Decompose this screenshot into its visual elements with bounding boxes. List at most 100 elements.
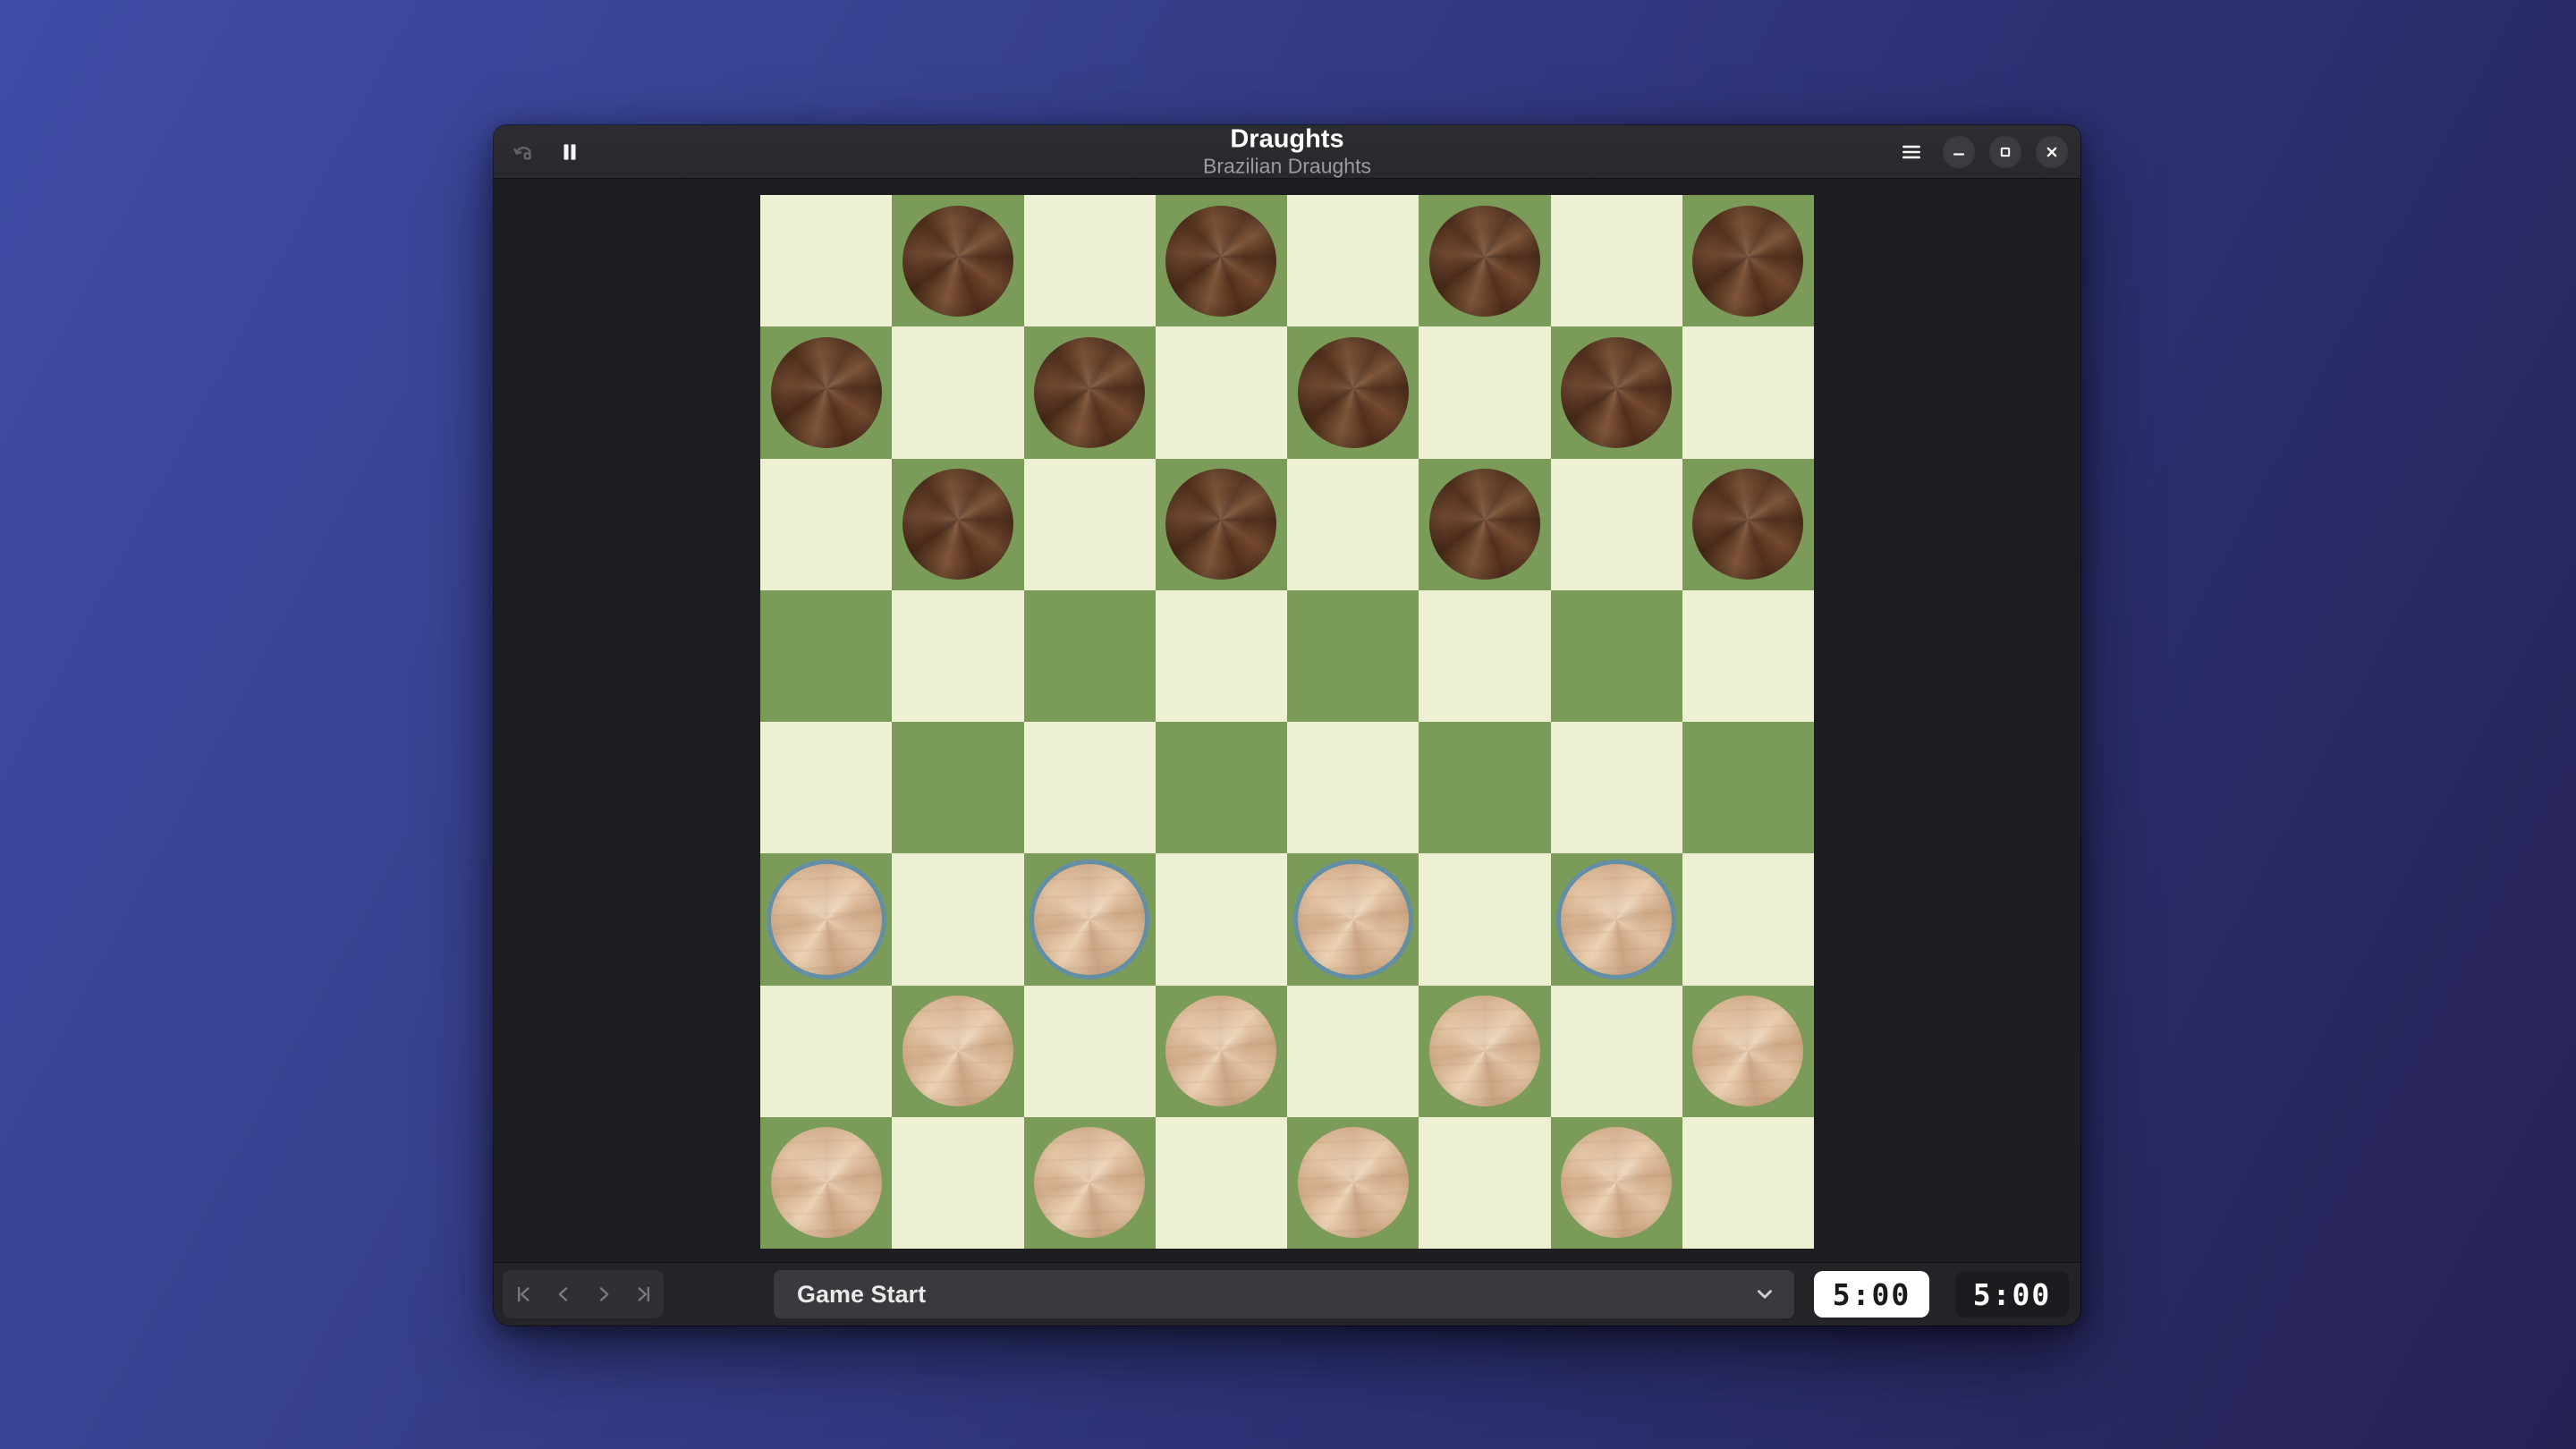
dark-piece[interactable] <box>1692 206 1803 317</box>
square-r7c7[interactable] <box>1551 986 1682 1117</box>
history-last-button[interactable] <box>623 1270 664 1318</box>
square-r8c1[interactable] <box>760 1117 892 1249</box>
square-r2c6[interactable] <box>1419 326 1550 458</box>
square-r5c5[interactable] <box>1287 722 1419 853</box>
square-r6c6[interactable] <box>1419 853 1550 985</box>
dark-piece[interactable] <box>902 206 1013 317</box>
square-r4c8[interactable] <box>1682 590 1814 722</box>
light-piece[interactable] <box>1429 996 1540 1106</box>
light-piece[interactable] <box>1034 1127 1145 1238</box>
square-r2c4[interactable] <box>1156 326 1287 458</box>
square-r5c3[interactable] <box>1024 722 1156 853</box>
square-r1c3[interactable] <box>1024 195 1156 326</box>
square-r2c3[interactable] <box>1024 326 1156 458</box>
square-r7c3[interactable] <box>1024 986 1156 1117</box>
square-r4c3[interactable] <box>1024 590 1156 722</box>
primary-menu-button[interactable] <box>1894 135 1928 169</box>
square-r5c1[interactable] <box>760 722 892 853</box>
square-r1c6[interactable] <box>1419 195 1550 326</box>
dark-piece[interactable] <box>1298 337 1409 448</box>
square-r7c6[interactable] <box>1419 986 1550 1117</box>
close-button[interactable] <box>2036 136 2068 168</box>
square-r5c2[interactable] <box>892 722 1023 853</box>
square-r1c1[interactable] <box>760 195 892 326</box>
square-r6c8[interactable] <box>1682 853 1814 985</box>
square-r6c2[interactable] <box>892 853 1023 985</box>
history-first-button[interactable] <box>503 1270 543 1318</box>
dark-piece[interactable] <box>902 469 1013 580</box>
square-r8c7[interactable] <box>1551 1117 1682 1249</box>
square-r5c7[interactable] <box>1551 722 1682 853</box>
light-piece[interactable] <box>1165 996 1276 1106</box>
dark-piece[interactable] <box>1692 469 1803 580</box>
headerbar[interactable]: Draughts Brazilian Draughts <box>494 125 2080 179</box>
dark-piece[interactable] <box>1034 337 1145 448</box>
square-r3c7[interactable] <box>1551 459 1682 590</box>
square-r7c8[interactable] <box>1682 986 1814 1117</box>
square-r7c5[interactable] <box>1287 986 1419 1117</box>
square-r2c2[interactable] <box>892 326 1023 458</box>
square-r8c3[interactable] <box>1024 1117 1156 1249</box>
square-r7c2[interactable] <box>892 986 1023 1117</box>
square-r7c4[interactable] <box>1156 986 1287 1117</box>
square-r4c5[interactable] <box>1287 590 1419 722</box>
square-r4c4[interactable] <box>1156 590 1287 722</box>
light-piece[interactable] <box>902 996 1013 1106</box>
dark-piece[interactable] <box>771 337 882 448</box>
square-r5c6[interactable] <box>1419 722 1550 853</box>
light-piece[interactable] <box>1561 1127 1672 1238</box>
square-r5c4[interactable] <box>1156 722 1287 853</box>
square-r2c7[interactable] <box>1551 326 1682 458</box>
light-piece-movable[interactable] <box>1034 864 1145 975</box>
history-next-button[interactable] <box>583 1270 623 1318</box>
square-r1c8[interactable] <box>1682 195 1814 326</box>
square-r8c4[interactable] <box>1156 1117 1287 1249</box>
square-r2c1[interactable] <box>760 326 892 458</box>
square-r3c2[interactable] <box>892 459 1023 590</box>
square-r3c1[interactable] <box>760 459 892 590</box>
minimize-button[interactable] <box>1943 136 1975 168</box>
light-piece[interactable] <box>771 1127 882 1238</box>
square-r6c4[interactable] <box>1156 853 1287 985</box>
dark-piece[interactable] <box>1429 469 1540 580</box>
square-r6c7[interactable] <box>1551 853 1682 985</box>
square-r1c4[interactable] <box>1156 195 1287 326</box>
light-piece-movable[interactable] <box>771 864 882 975</box>
square-r3c5[interactable] <box>1287 459 1419 590</box>
light-piece-movable[interactable] <box>1298 864 1409 975</box>
dark-piece[interactable] <box>1561 337 1672 448</box>
square-r4c2[interactable] <box>892 590 1023 722</box>
square-r1c5[interactable] <box>1287 195 1419 326</box>
square-r3c4[interactable] <box>1156 459 1287 590</box>
square-r8c8[interactable] <box>1682 1117 1814 1249</box>
square-r3c3[interactable] <box>1024 459 1156 590</box>
square-r2c5[interactable] <box>1287 326 1419 458</box>
light-piece[interactable] <box>1692 996 1803 1106</box>
light-piece-movable[interactable] <box>1561 864 1672 975</box>
dark-piece[interactable] <box>1165 206 1276 317</box>
square-r4c1[interactable] <box>760 590 892 722</box>
pause-button[interactable] <box>553 135 587 169</box>
square-r2c8[interactable] <box>1682 326 1814 458</box>
move-history-dropdown[interactable]: Game Start <box>774 1270 1794 1318</box>
square-r6c3[interactable] <box>1024 853 1156 985</box>
square-r1c7[interactable] <box>1551 195 1682 326</box>
square-r8c5[interactable] <box>1287 1117 1419 1249</box>
square-r7c1[interactable] <box>760 986 892 1117</box>
square-r8c2[interactable] <box>892 1117 1023 1249</box>
square-r1c2[interactable] <box>892 195 1023 326</box>
square-r3c6[interactable] <box>1419 459 1550 590</box>
square-r4c7[interactable] <box>1551 590 1682 722</box>
square-r5c8[interactable] <box>1682 722 1814 853</box>
square-r3c8[interactable] <box>1682 459 1814 590</box>
dark-piece[interactable] <box>1429 206 1540 317</box>
history-previous-button[interactable] <box>543 1270 583 1318</box>
square-r6c1[interactable] <box>760 853 892 985</box>
light-piece[interactable] <box>1298 1127 1409 1238</box>
square-r4c6[interactable] <box>1419 590 1550 722</box>
dark-piece[interactable] <box>1165 469 1276 580</box>
square-r8c6[interactable] <box>1419 1117 1550 1249</box>
undo-button[interactable] <box>506 135 540 169</box>
maximize-button[interactable] <box>1989 136 2021 168</box>
square-r6c5[interactable] <box>1287 853 1419 985</box>
